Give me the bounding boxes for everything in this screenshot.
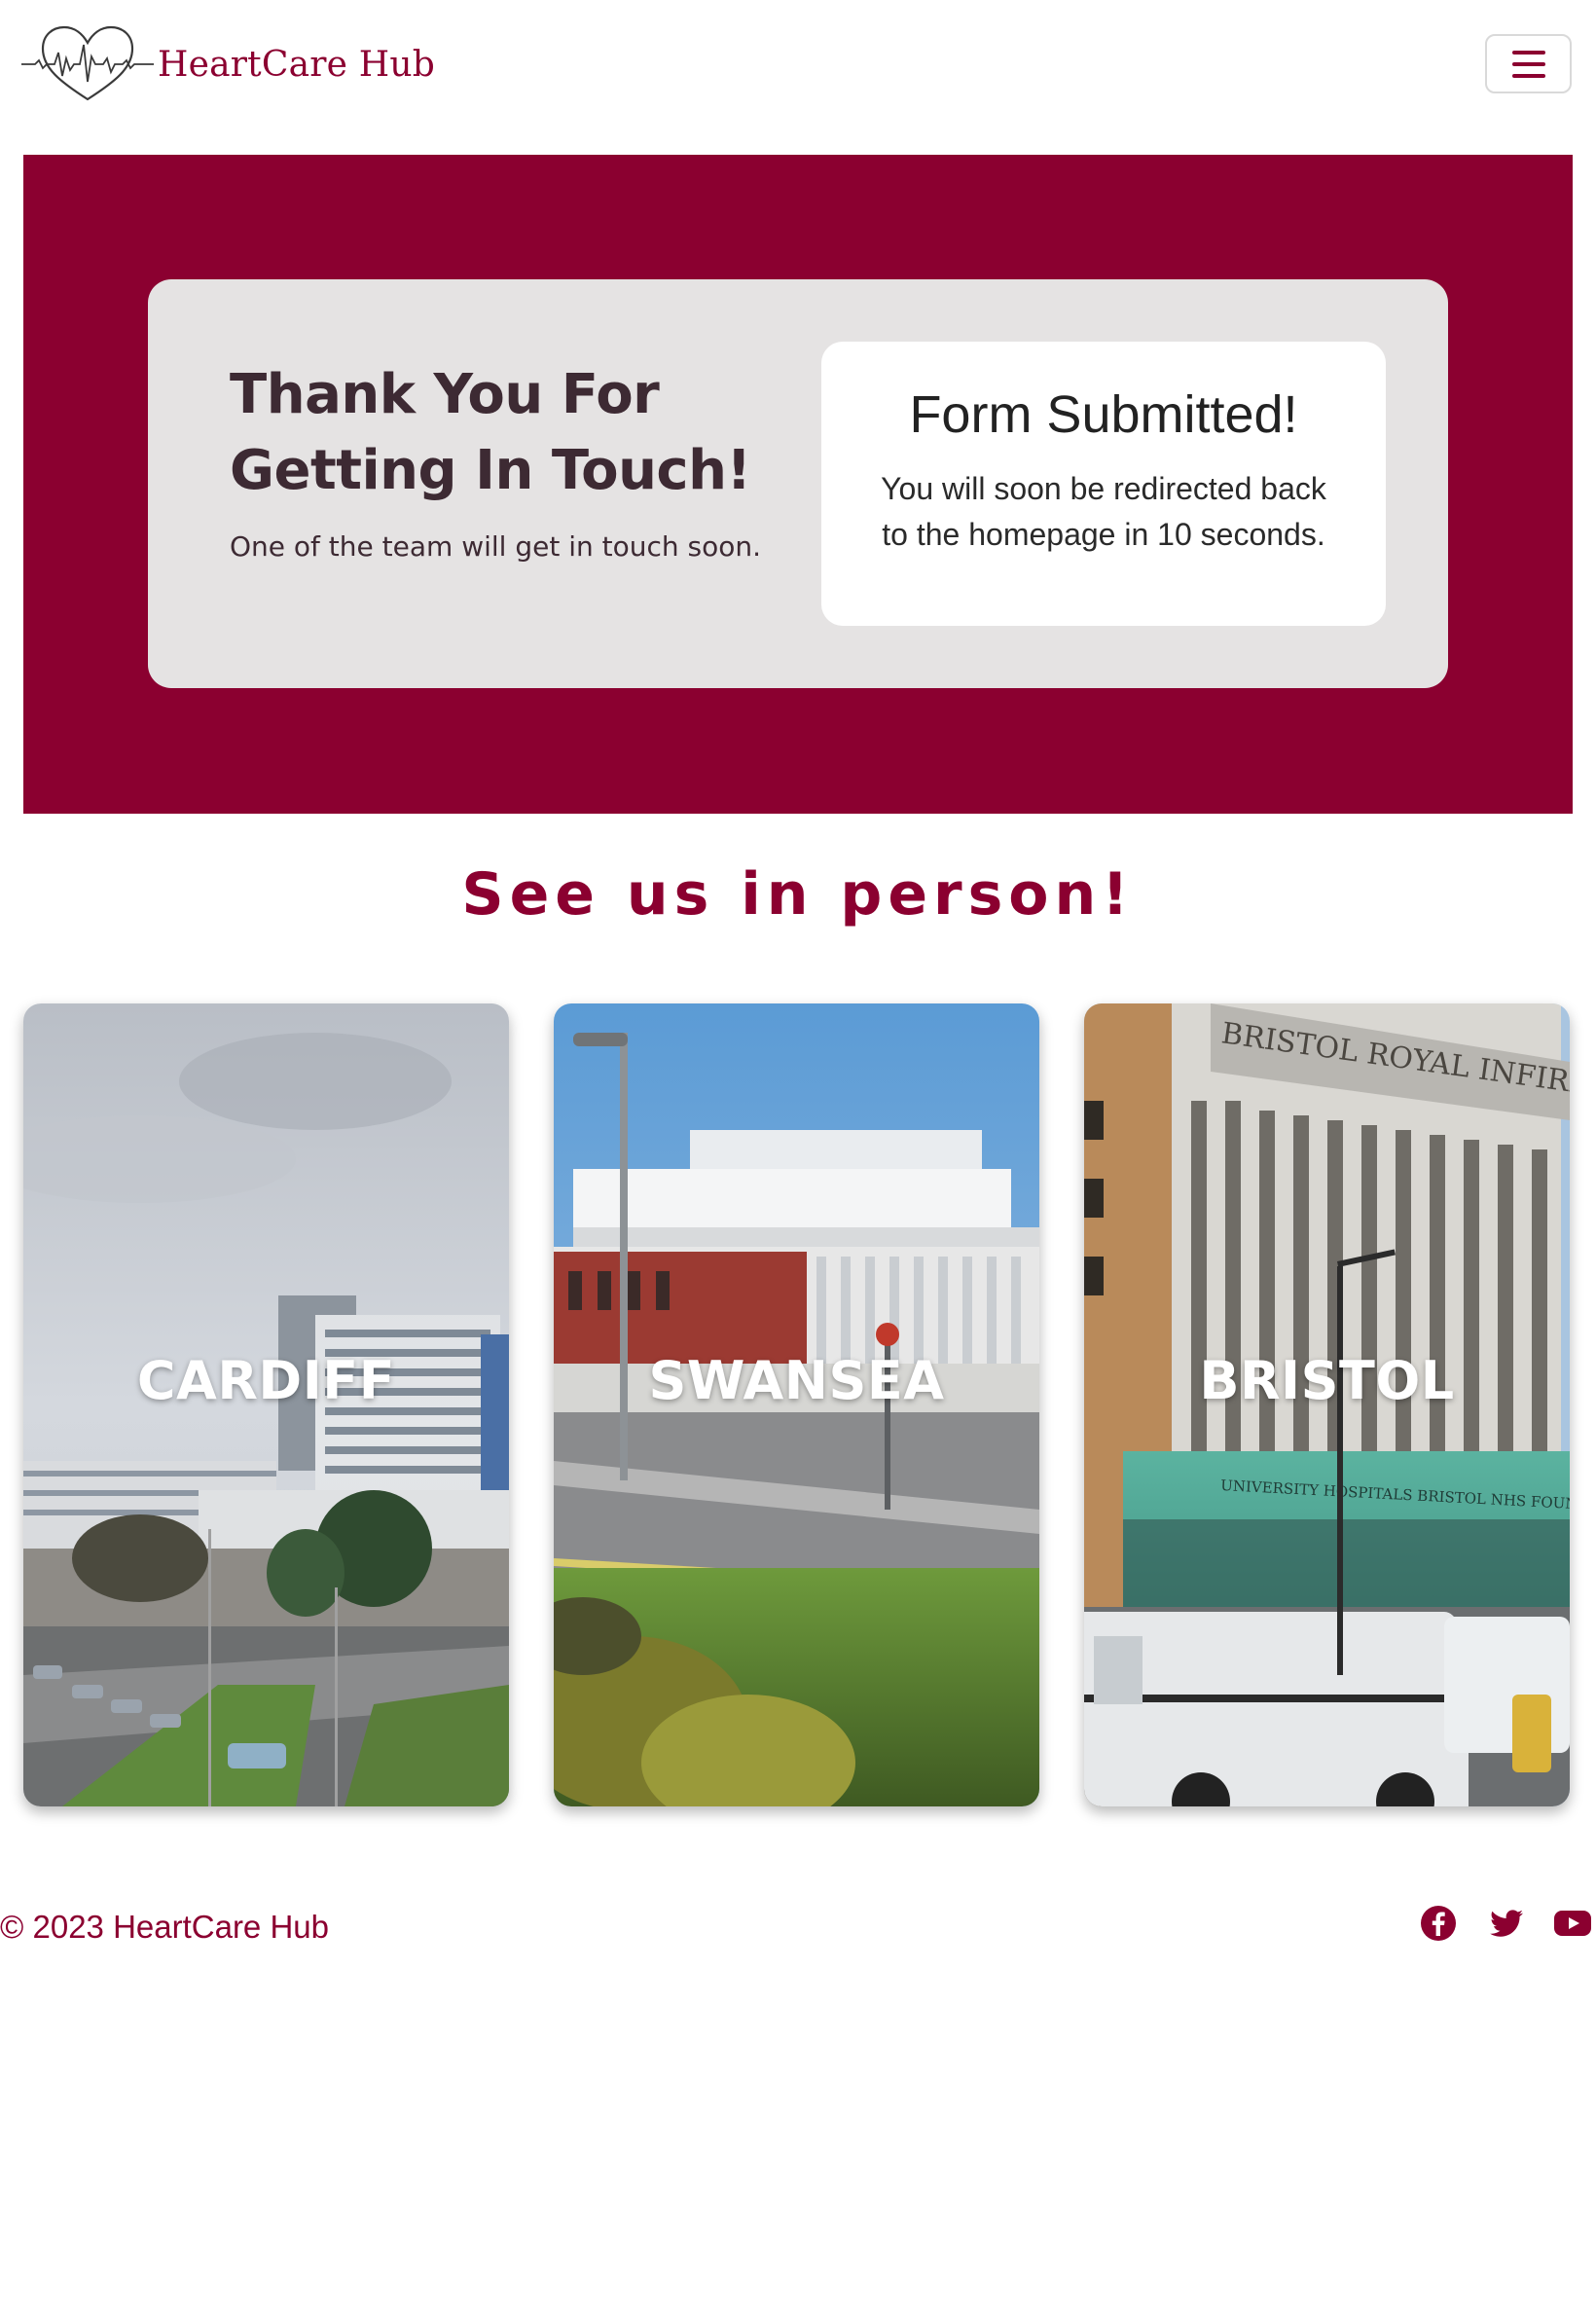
facebook-icon [1421,1906,1456,1941]
brand-name: HeartCare Hub [158,44,436,85]
location-card-cardiff[interactable]: CARDIFF [23,1003,509,1806]
thank-you-card: Thank You For Getting In Touch! One of t… [148,279,1448,688]
location-label-bristol: BRISTOL [1199,1350,1455,1411]
youtube-link[interactable] [1553,1904,1592,1943]
hamburger-menu-icon [1511,50,1545,78]
menu-toggle-button[interactable] [1485,34,1572,93]
thank-you-message: Thank You For Getting In Touch! One of t… [230,357,775,563]
twitter-icon [1490,1910,1523,1937]
redirect-message: You will soon be redirected back to the … [860,466,1347,558]
site-header: HeartCare Hub [0,0,1596,127]
youtube-icon [1554,1911,1591,1936]
brand-home-link[interactable]: HeartCare Hub [21,23,435,105]
thank-you-title-line-1: Thank You For [230,363,660,426]
locations-heading: See us in person! [461,860,1135,929]
location-card-swansea[interactable]: SWANSEA [554,1003,1039,1806]
copyright-text: © 2023 HeartCare Hub [0,1909,329,1945]
form-submitted-title: Form Submitted! [909,385,1298,444]
thank-you-title: Thank You For Getting In Touch! [230,357,775,509]
thank-you-subtitle: One of the team will get in touch soon. [230,530,762,563]
thank-you-title-line-2: Getting In Touch! [230,439,751,502]
redirect-message-line-1: You will soon be redirected back [881,471,1326,506]
form-submitted-notice: Form Submitted! You will soon be redirec… [821,342,1386,626]
heart-ecg-logo-icon [21,25,154,101]
location-label-cardiff: CARDIFF [136,1350,396,1411]
facebook-link[interactable] [1419,1904,1458,1943]
twitter-link[interactable] [1487,1904,1526,1943]
location-card-bristol[interactable]: BRISTOL ROYAL INFIRMAR UNIVERSITY HOSPIT… [1084,1003,1570,1806]
hero-banner: Thank You For Getting In Touch! One of t… [23,155,1573,814]
redirect-message-line-2: to the homepage in 10 seconds. [882,517,1325,552]
location-cards: CARDIFF SWANSEA BRISTOL ROYAL INFIRMAR U… [23,1003,1573,1806]
location-label-swansea: SWANSEA [648,1350,945,1411]
